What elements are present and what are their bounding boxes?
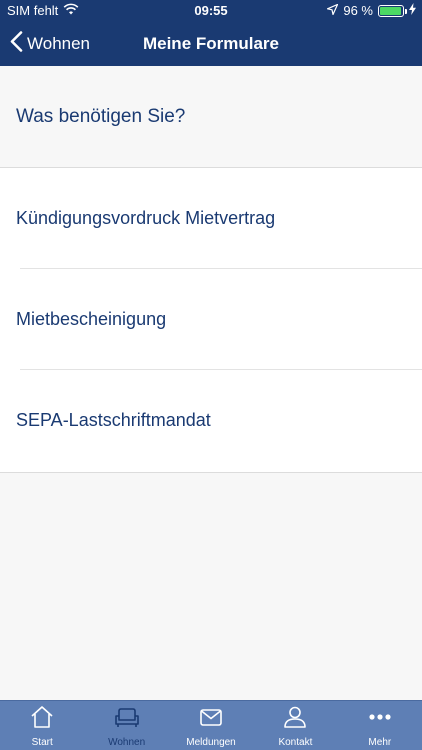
tab-kontakt[interactable]: Kontakt (253, 701, 337, 750)
tab-label: Wohnen (108, 737, 146, 748)
status-left: SIM fehlt (7, 3, 79, 18)
wifi-icon (63, 3, 79, 18)
section-heading: Was benötigen Sie? (16, 106, 186, 127)
tab-label: Mehr (368, 737, 392, 748)
tab-start[interactable]: Start (0, 701, 84, 750)
battery-level (380, 6, 402, 15)
form-item-kuendigungsvordruck[interactable]: Kündigungsvordruck Mietvertrag (0, 168, 422, 269)
form-item-sepa-lastschriftmandat[interactable]: SEPA-Lastschriftmandat (0, 370, 422, 471)
carrier-label: SIM fehlt (7, 3, 59, 18)
status-bar: SIM fehlt 09:55 96 % (0, 0, 422, 22)
status-right: 96 % (327, 3, 416, 18)
forms-list: Kündigungsvordruck Mietvertrag Mietbesch… (0, 168, 422, 473)
form-item-label: Mietbescheinigung (16, 309, 167, 329)
sofa-icon (114, 705, 140, 737)
tab-mehr[interactable]: Mehr (338, 701, 422, 750)
back-label: Wohnen (27, 34, 91, 53)
tab-meldungen[interactable]: Meldungen (169, 701, 253, 750)
form-item-mietbescheinigung[interactable]: Mietbescheinigung (0, 269, 422, 370)
tab-label: Kontakt (278, 737, 313, 748)
person-icon (282, 705, 308, 737)
battery-icon (378, 4, 407, 17)
tab-bar: Start Wohnen Meldungen Kontakt Mehr (0, 700, 422, 750)
more-icon (367, 705, 393, 737)
charging-bolt-icon (409, 3, 416, 18)
back-button[interactable]: Wohnen (10, 22, 90, 66)
form-item-label: SEPA-Lastschriftmandat (16, 410, 211, 430)
navigation-bar: Wohnen Meine Formulare (0, 22, 422, 66)
mail-icon (198, 705, 224, 737)
chevron-left-icon (10, 31, 23, 57)
form-item-label: Kündigungsvordruck Mietvertrag (16, 208, 276, 228)
battery-percent: 96 % (343, 3, 373, 18)
tab-wohnen[interactable]: Wohnen (84, 701, 168, 750)
tab-label: Meldungen (186, 737, 236, 748)
location-arrow-icon (327, 3, 339, 18)
tab-label: Start (31, 737, 53, 748)
section-header: Was benötigen Sie? (0, 66, 422, 168)
home-icon (29, 705, 55, 737)
